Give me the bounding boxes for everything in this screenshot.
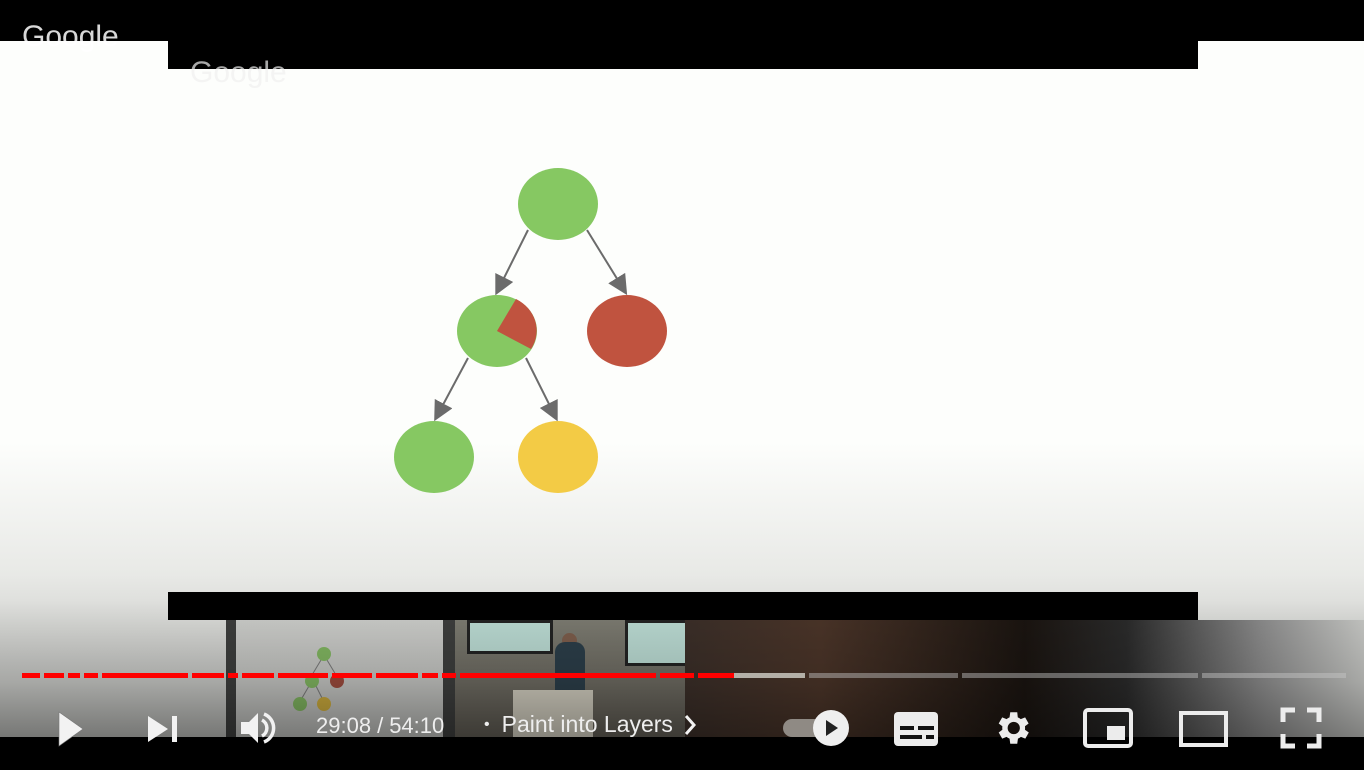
theater-mode-icon	[1179, 710, 1228, 747]
progress-segment-played[interactable]	[22, 673, 40, 678]
edge-left-leftright	[525, 357, 558, 422]
node-root	[518, 168, 598, 240]
settings-button[interactable]	[986, 700, 1038, 755]
fullscreen-icon	[1280, 707, 1322, 748]
progress-segment-played[interactable]	[44, 673, 64, 678]
autoplay-toggle[interactable]	[778, 700, 852, 755]
edge-root-left	[495, 229, 529, 296]
progress-segment-played[interactable]	[460, 673, 656, 678]
progress-bar[interactable]	[22, 673, 1346, 678]
node-left-left	[394, 421, 474, 493]
player-controls-right	[0, 700, 1364, 755]
progress-segment-played[interactable]	[242, 673, 274, 678]
google-watermark-ghost: Google	[190, 56, 287, 89]
progress-segment-played[interactable]	[442, 673, 456, 678]
progress-segment-played[interactable]	[376, 673, 418, 678]
progress-segment-played[interactable]	[278, 673, 328, 678]
tree-diagram	[394, 168, 667, 493]
progress-segment-rest[interactable]	[1202, 673, 1346, 678]
gear-icon	[998, 711, 1029, 744]
progress-segment-played[interactable]	[332, 673, 372, 678]
node-right-child	[587, 295, 667, 367]
fullscreen-button[interactable]	[1276, 700, 1326, 755]
progress-segment-played[interactable]	[84, 673, 98, 678]
theater-mode-button[interactable]	[1176, 700, 1232, 755]
edge-root-right	[586, 229, 628, 296]
slide-top-bar	[168, 40, 1198, 69]
letterbox-top	[0, 0, 1364, 41]
progress-segment-played[interactable]	[660, 673, 694, 678]
progress-segment-rest[interactable]	[962, 673, 1198, 678]
edge-left-leftleft	[434, 357, 469, 422]
progress-segment-played[interactable]	[192, 673, 224, 678]
progress-segment-played[interactable]	[698, 673, 735, 678]
autoplay-toggle-icon	[783, 709, 849, 746]
google-watermark: Google	[22, 20, 119, 53]
video-frame[interactable]: Google Google	[0, 0, 1364, 737]
progress-segment-played[interactable]	[228, 673, 238, 678]
subtitles-icon	[894, 711, 938, 746]
progress-segment-played[interactable]	[68, 673, 80, 678]
progress-segment-played[interactable]	[102, 673, 188, 678]
subtitles-button[interactable]	[890, 700, 942, 755]
progress-segment-played[interactable]	[422, 673, 438, 678]
video-player[interactable]: Google Google 29:08 / 54:10 • Paint into…	[0, 0, 1364, 770]
progress-segment-rest[interactable]	[809, 673, 958, 678]
node-left-right	[518, 421, 598, 493]
progress-segment-hover[interactable]	[734, 673, 805, 678]
miniplayer-button[interactable]	[1080, 700, 1136, 755]
miniplayer-icon	[1083, 707, 1133, 748]
